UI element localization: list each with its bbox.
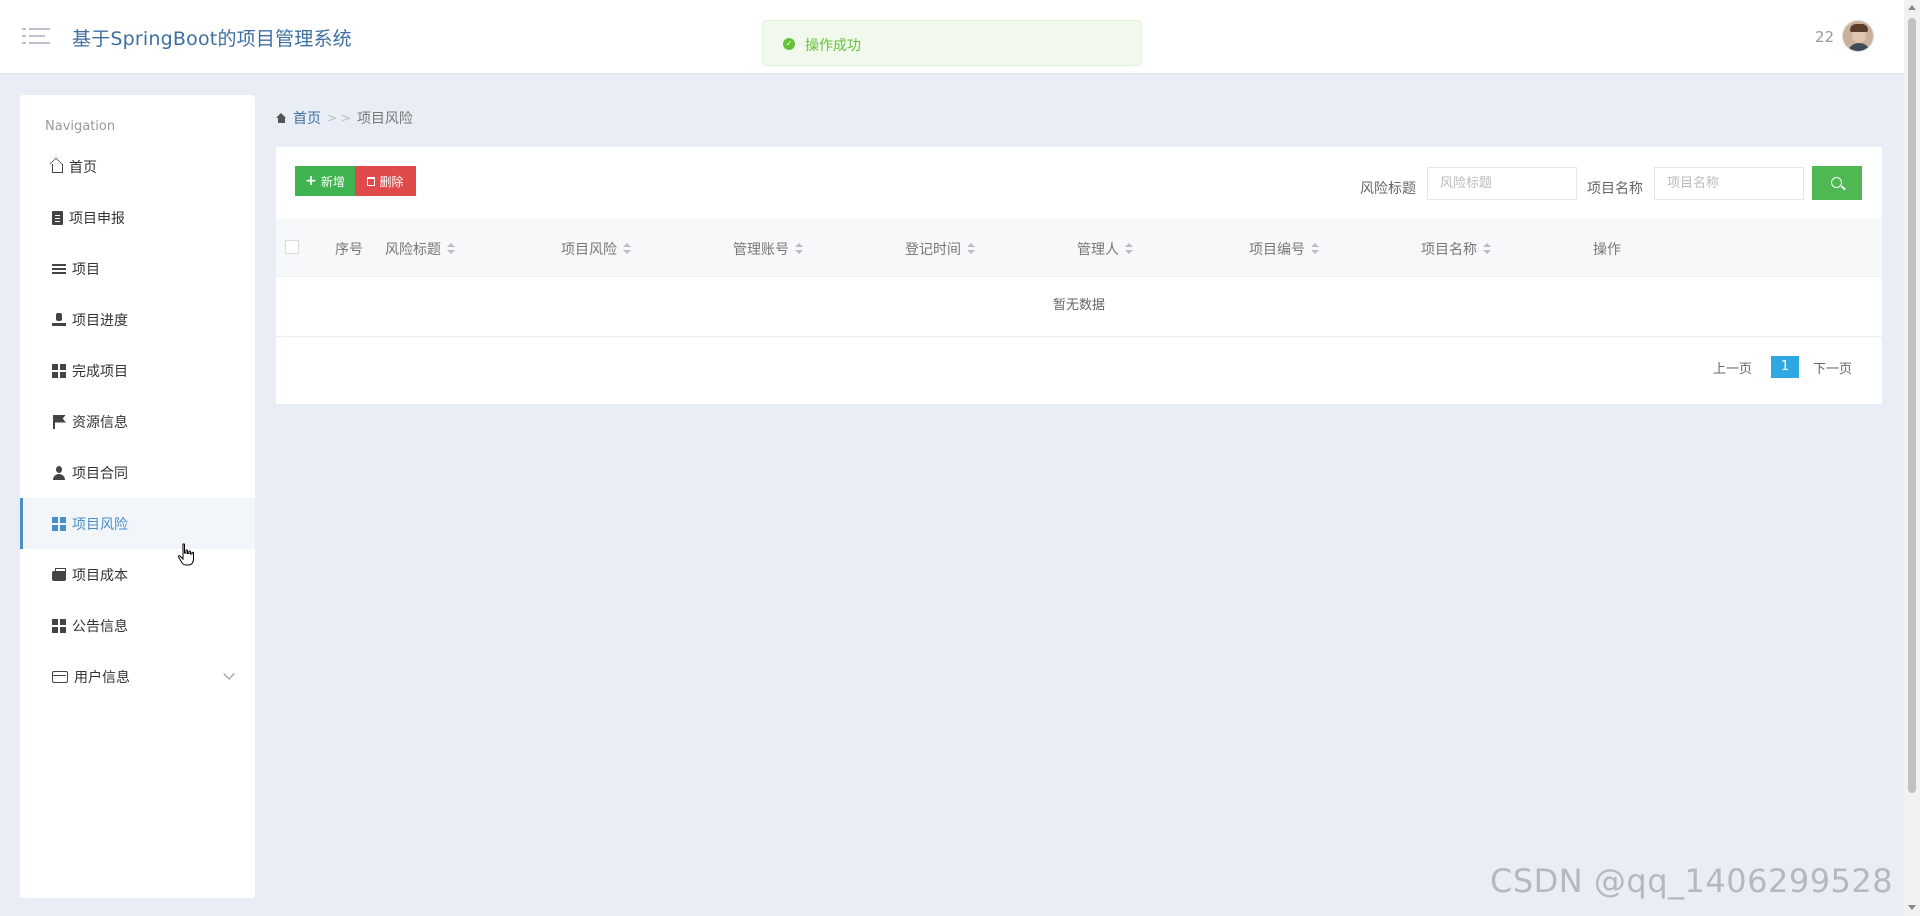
hand-cursor-icon	[177, 543, 194, 566]
sort-icon[interactable]	[1125, 243, 1133, 255]
vertical-scrollbar[interactable]	[1904, 0, 1920, 916]
sidebar-item-notice[interactable]: 公告信息	[20, 600, 255, 651]
column-manager[interactable]: 管理人	[1077, 239, 1133, 259]
wallet-icon	[52, 567, 66, 582]
project-name-input[interactable]	[1654, 167, 1804, 200]
column-risk-title[interactable]: 风险标题	[385, 239, 455, 259]
sidebar-item-label: 项目申报	[69, 210, 125, 227]
sort-icon[interactable]	[1311, 243, 1319, 255]
sort-icon[interactable]	[447, 243, 455, 255]
sort-icon[interactable]	[1483, 243, 1491, 255]
sidebar-item-label: 首页	[69, 159, 97, 176]
column-project-number[interactable]: 项目编号	[1249, 239, 1319, 259]
avatar[interactable]	[1842, 20, 1874, 52]
prev-page-button[interactable]: 上一页	[1713, 358, 1752, 377]
stamp-icon	[52, 312, 66, 327]
grid-icon	[52, 363, 66, 378]
empty-table-message: 暂无数据	[276, 277, 1882, 337]
sort-icon[interactable]	[623, 243, 631, 255]
user-icon	[52, 465, 66, 480]
sidebar-item-label: 公告信息	[72, 618, 128, 635]
sidebar-item-project-apply[interactable]: 项目申报	[20, 192, 255, 243]
success-check-icon: ✓	[783, 38, 795, 50]
home-icon	[276, 113, 287, 123]
card-icon	[52, 670, 68, 683]
plus-icon: +	[305, 173, 317, 189]
risk-title-label: 风险标题	[1360, 181, 1416, 197]
sidebar-item-label: 完成项目	[72, 363, 128, 380]
risk-title-input[interactable]	[1427, 167, 1577, 200]
column-project-name[interactable]: 项目名称	[1421, 239, 1491, 259]
breadcrumb-current: 项目风险	[356, 111, 413, 127]
breadcrumb-separator: > >	[327, 111, 351, 125]
column-register-time[interactable]: 登记时间	[905, 239, 975, 259]
scroll-up-icon[interactable]	[1908, 5, 1916, 10]
scroll-down-icon[interactable]	[1908, 905, 1916, 910]
sidebar-item-risk[interactable]: 项目风险	[20, 498, 255, 549]
column-admin-account[interactable]: 管理账号	[733, 239, 803, 259]
sidebar: Navigation 首页 项目申报 项目 项目进度 完成项目 资源信息 项目合…	[20, 95, 255, 898]
toast-message: 操作成功	[805, 38, 861, 54]
column-actions: 操作	[1593, 242, 1621, 258]
sidebar-item-cost[interactable]: 项目成本	[20, 549, 255, 600]
column-index: 序号	[335, 242, 363, 258]
sidebar-item-progress[interactable]: 项目进度	[20, 294, 255, 345]
watermark: CSDN @qq_1406299528	[1490, 862, 1894, 900]
delete-button-label: 删除	[379, 174, 404, 189]
project-name-label: 项目名称	[1587, 181, 1643, 197]
sidebar-item-contract[interactable]: 项目合同	[20, 447, 255, 498]
nav-caption: Navigation	[45, 119, 116, 134]
sidebar-item-label: 项目风险	[72, 516, 128, 533]
search-button[interactable]	[1812, 166, 1862, 200]
sidebar-item-completed[interactable]: 完成项目	[20, 345, 255, 396]
delete-button[interactable]: 删除	[355, 166, 416, 196]
user-id: 22	[1815, 28, 1835, 46]
success-toast: ✓ 操作成功	[762, 20, 1142, 66]
menu-toggle-icon[interactable]	[22, 26, 50, 46]
table-header: 序号 风险标题 项目风险 管理账号 登记时间 管理人 项目编号 项目名称 操作	[276, 218, 1882, 277]
nav-list: 首页 项目申报 项目 项目进度 完成项目 资源信息 项目合同 项目风险 项目成本…	[20, 141, 255, 702]
sort-icon[interactable]	[967, 243, 975, 255]
sidebar-item-resources[interactable]: 资源信息	[20, 396, 255, 447]
sidebar-item-label: 项目合同	[72, 465, 128, 482]
add-button[interactable]: + 新增	[295, 166, 355, 196]
select-all-checkbox[interactable]	[285, 240, 299, 254]
main-panel: + 新增 删除 风险标题 项目名称 序号 风险标题 项目风险 管理账号 登记时间…	[276, 147, 1882, 404]
grid-icon	[52, 516, 66, 531]
chevron-down-icon[interactable]	[223, 668, 235, 680]
flag-icon	[52, 414, 66, 429]
sidebar-item-label: 项目	[72, 261, 100, 278]
sort-icon[interactable]	[795, 243, 803, 255]
list-icon	[52, 262, 66, 276]
sidebar-item-label: 用户信息	[74, 669, 130, 686]
scroll-thumb[interactable]	[1908, 18, 1916, 793]
sidebar-item-project[interactable]: 项目	[20, 243, 255, 294]
sidebar-item-label: 项目成本	[72, 567, 128, 584]
sidebar-item-user-info[interactable]: 用户信息	[20, 651, 255, 702]
sidebar-item-label: 项目进度	[72, 312, 128, 329]
clipboard-icon	[52, 210, 63, 225]
column-project-risk[interactable]: 项目风险	[561, 239, 631, 259]
breadcrumb-home-link[interactable]: 首页	[293, 108, 321, 128]
page-number-button[interactable]: 1	[1771, 356, 1799, 378]
grid-icon	[52, 618, 66, 633]
breadcrumb: 首页 > > 项目风险	[276, 108, 413, 128]
add-button-label: 新增	[320, 174, 345, 189]
sidebar-item-home[interactable]: 首页	[20, 141, 255, 192]
trash-icon	[367, 176, 376, 186]
sidebar-item-label: 资源信息	[72, 414, 128, 431]
next-page-button[interactable]: 下一页	[1813, 358, 1852, 377]
app-title: 基于SpringBoot的项目管理系统	[72, 28, 352, 50]
home-icon	[52, 164, 63, 173]
